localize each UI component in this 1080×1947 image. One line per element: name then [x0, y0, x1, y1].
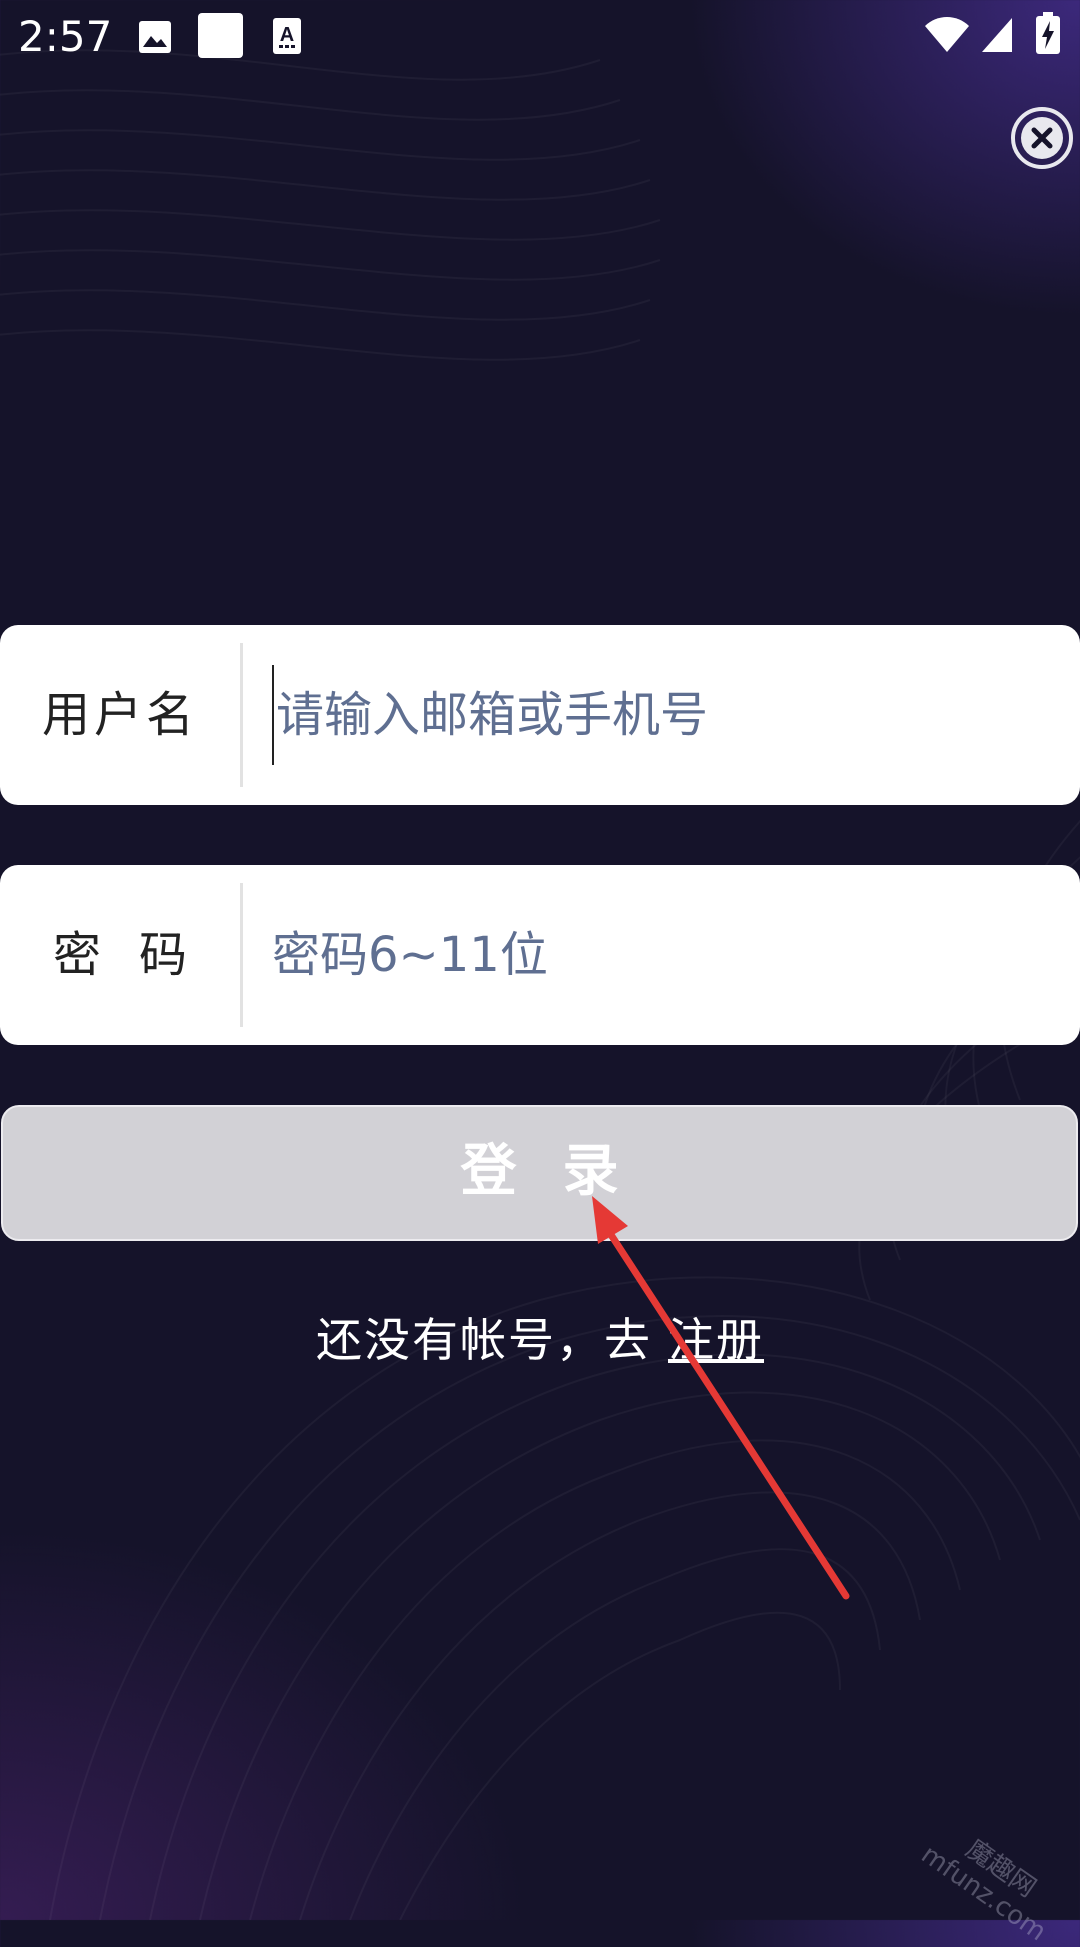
username-divider	[240, 643, 243, 787]
register-prompt-line: 还没有帐号，去 注册	[0, 1300, 1080, 1380]
login-button[interactable]: 登录	[1, 1105, 1078, 1241]
watermark: 魔趣网 mfunz.com	[916, 1815, 1069, 1947]
a-keyboard-icon: A	[273, 18, 301, 54]
wifi-icon	[925, 17, 969, 52]
battery-charging-icon	[1036, 12, 1060, 54]
square-notification-icon	[198, 13, 243, 58]
register-link[interactable]: 注册	[668, 1313, 764, 1367]
password-input[interactable]	[272, 905, 1052, 1005]
register-prompt-text: 还没有帐号，去	[316, 1313, 652, 1367]
status-bar: 2:57 A	[0, 0, 1080, 74]
password-label: 密码	[52, 927, 225, 983]
close-button[interactable]	[1010, 106, 1074, 170]
password-row: 密码	[0, 865, 1080, 1045]
close-circle-icon	[1011, 107, 1073, 169]
password-divider	[240, 883, 243, 1027]
status-time: 2:57	[18, 12, 113, 61]
signal-icon	[982, 18, 1012, 52]
username-row: 用户名	[0, 625, 1080, 805]
username-label: 用户名	[41, 687, 198, 743]
svg-text:A: A	[280, 24, 294, 46]
username-input[interactable]	[272, 665, 1056, 765]
image-icon	[139, 21, 171, 53]
